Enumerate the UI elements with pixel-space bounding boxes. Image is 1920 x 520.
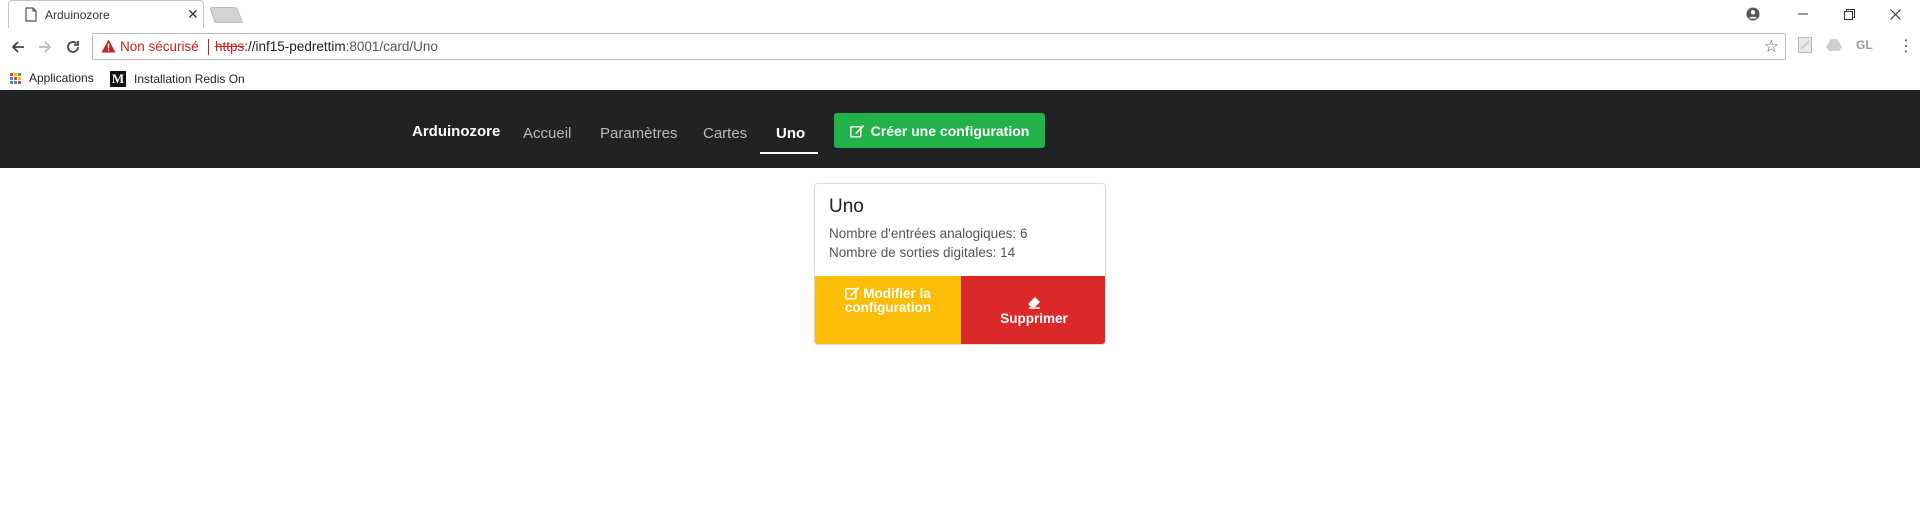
create-configuration-button[interactable]: Créer une configuration <box>834 113 1045 148</box>
bookmark-star-icon[interactable]: ☆ <box>1764 37 1779 57</box>
url-scheme: https <box>215 39 245 54</box>
close-icon[interactable]: ✕ <box>187 6 199 23</box>
menu-icon[interactable]: ⋮ <box>1898 36 1914 56</box>
nav-link-cartes[interactable]: Cartes <box>703 125 747 142</box>
url-text: https://inf15-pedrettim:8001/card/Uno <box>215 39 438 54</box>
browser-tab[interactable]: Arduinozore ✕ <box>8 0 204 28</box>
url-host: ://inf15-pedrettim <box>244 39 346 54</box>
edit-configuration-button[interactable]: Modifier la configuration <box>815 276 961 344</box>
bookmark-redis[interactable]: M Installation Redis On <box>110 71 245 87</box>
active-nav-indicator <box>760 152 818 154</box>
card-title: Uno <box>829 196 864 217</box>
board-card: Uno Nombre d'entrées analogiques: 6 Nomb… <box>814 183 1106 345</box>
address-bar[interactable]: Non sécurisé https://inf15-pedrettim:800… <box>92 33 1786 60</box>
omnibox-divider <box>208 39 209 55</box>
profile-icon[interactable] <box>1730 0 1776 28</box>
bookmark-applications[interactable]: Applications <box>10 71 94 85</box>
nav-link-parametres[interactable]: Paramètres <box>600 125 678 142</box>
analog-inputs-count: Nombre d'entrées analogiques: 6 <box>829 226 1028 241</box>
new-tab-button[interactable] <box>209 7 243 23</box>
bookmark-label: Installation Redis On <box>134 72 245 86</box>
brand-link[interactable]: Arduinozore <box>412 123 500 140</box>
forward-icon[interactable] <box>34 36 56 58</box>
reload-icon[interactable] <box>62 36 84 58</box>
tab-title: Arduinozore <box>45 8 110 22</box>
eraser-icon <box>1027 297 1040 309</box>
drive-extension-icon[interactable] <box>1826 38 1842 55</box>
profile-initials[interactable]: GL <box>1856 38 1873 52</box>
pdf-extension-icon[interactable] <box>1798 37 1812 56</box>
edit-icon <box>845 287 860 300</box>
digital-outputs-count: Nombre de sorties digitales: 14 <box>829 245 1016 260</box>
edit-icon <box>849 124 864 138</box>
nav-link-accueil[interactable]: Accueil <box>523 125 571 142</box>
delete-button-label: Supprimer <box>1000 311 1068 326</box>
nav-link-uno[interactable]: Uno <box>776 125 805 142</box>
back-icon[interactable] <box>7 36 29 58</box>
bookmarks-bar: Applications M Installation Redis On <box>0 66 1920 90</box>
security-status[interactable]: Non sécurisé <box>120 39 199 54</box>
page-icon <box>25 7 37 22</box>
restore-icon[interactable] <box>1826 0 1872 28</box>
minimize-icon[interactable] <box>1780 0 1826 28</box>
window-close-icon[interactable] <box>1872 0 1918 28</box>
browser-toolbar: Non sécurisé https://inf15-pedrettim:800… <box>0 28 1920 66</box>
warning-icon <box>101 39 116 53</box>
app-navbar: Arduinozore Accueil Paramètres Cartes Un… <box>0 90 1920 168</box>
bookmark-label: Applications <box>29 71 94 85</box>
delete-button[interactable]: Supprimer <box>961 276 1105 344</box>
apps-grid-icon <box>10 72 21 84</box>
url-path: :8001/card/Uno <box>345 39 438 54</box>
browser-tabstrip: Arduinozore ✕ <box>0 0 1920 28</box>
medium-icon: M <box>110 71 126 87</box>
create-button-label: Créer une configuration <box>870 122 1030 139</box>
